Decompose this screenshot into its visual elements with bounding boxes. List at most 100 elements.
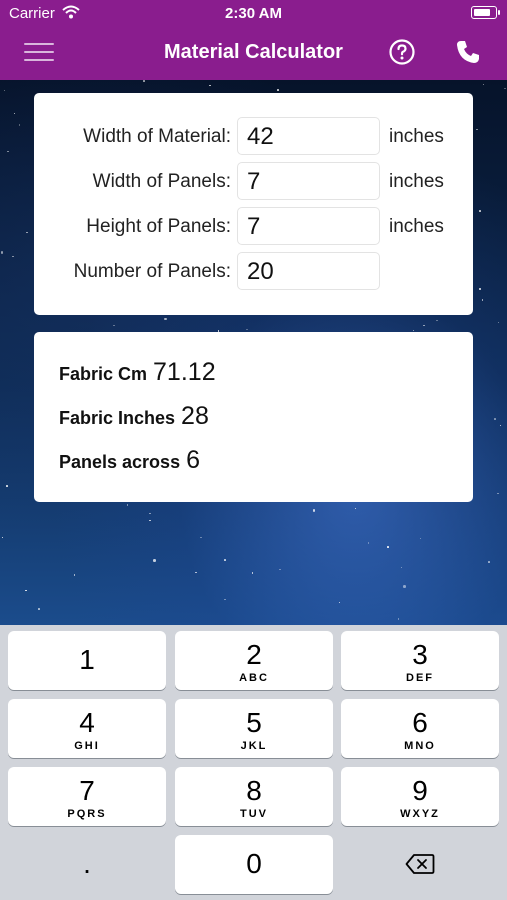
star (164, 317, 167, 321)
width-of-material-unit: inches (389, 126, 444, 147)
width-of-material-field[interactable]: 42 (237, 117, 380, 155)
star (251, 572, 254, 574)
number-of-panels-label: Number of Panels: (73, 261, 231, 282)
number-of-panels-field[interactable]: 20 (237, 252, 380, 290)
height-of-panels-label: Height of Panels: (86, 216, 231, 237)
key-9[interactable]: 9 WXYZ (341, 767, 499, 826)
key-7[interactable]: 7 PQRS (8, 767, 166, 826)
width-of-panels-field[interactable]: 7 (237, 162, 380, 200)
key-8[interactable]: 8 TUV (175, 767, 333, 826)
star (478, 287, 482, 291)
page-title: Material Calculator (164, 41, 343, 63)
decimal-key[interactable]: . (8, 835, 166, 894)
star (277, 89, 279, 91)
key-5[interactable]: 5 JKL (175, 699, 333, 758)
star (482, 83, 485, 86)
star (1, 536, 3, 539)
star (126, 504, 129, 506)
key-6-digit: 6 (412, 707, 428, 738)
key-1-digit: 1 (79, 644, 95, 675)
star (488, 561, 490, 563)
panels-across-label: Panels across (59, 452, 181, 472)
star (153, 559, 156, 562)
status-bar: Carrier 2:30 AM (0, 0, 507, 28)
star (13, 112, 16, 115)
key-3-letters: DEF (406, 672, 434, 684)
star (26, 231, 28, 234)
battery-level (474, 9, 491, 16)
key-0-digit: 0 (246, 848, 262, 879)
star (397, 618, 400, 620)
key-1[interactable]: 1 (8, 631, 166, 690)
star (224, 598, 226, 601)
star (419, 537, 422, 540)
status-time: 2:30 AM (225, 5, 282, 22)
delete-key[interactable] (341, 835, 499, 894)
key-4[interactable]: 4 GHI (8, 699, 166, 758)
star (25, 589, 27, 592)
width-of-panels-label: Width of Panels: (92, 171, 231, 192)
key-3[interactable]: 3 DEF (341, 631, 499, 690)
star (338, 601, 341, 604)
input-row-width-of-panels: Width of Panels: 7 inches (34, 162, 473, 200)
star (224, 559, 226, 561)
input-row-number-of-panels: Number of Panels: 20 (34, 252, 473, 290)
panels-across-value: 6 (186, 446, 200, 474)
star (279, 568, 281, 571)
star (497, 492, 499, 495)
star (195, 571, 197, 574)
star (149, 519, 151, 522)
star (499, 424, 502, 427)
phone-icon[interactable] (455, 39, 481, 65)
backspace-icon (405, 854, 435, 874)
result-fabric-inches: Fabric Inches 28 (59, 402, 209, 432)
star (0, 251, 4, 254)
star (149, 512, 151, 515)
key-2-digit: 2 (246, 639, 262, 670)
key-4-letters: GHI (74, 740, 100, 752)
key-9-digit: 9 (412, 775, 428, 806)
star (73, 574, 76, 576)
numeric-keypad: 1 2 ABC 3 DEF 4 GHI 5 JKL 6 MNO 7 PQRS 8… (0, 625, 507, 900)
star (143, 80, 145, 82)
input-row-width-of-material: Width of Material: 42 inches (34, 117, 473, 155)
star (497, 321, 500, 324)
key-4-digit: 4 (79, 707, 95, 738)
input-row-height-of-panels: Height of Panels: 7 inches (34, 207, 473, 245)
star (7, 150, 9, 153)
fabric-inches-value: 28 (181, 402, 209, 430)
star (423, 324, 425, 327)
top-bar: Carrier 2:30 AM Material Calculator (0, 0, 507, 80)
height-of-panels-unit: inches (389, 216, 444, 237)
key-6[interactable]: 6 MNO (341, 699, 499, 758)
star (312, 509, 316, 512)
key-0[interactable]: 0 (175, 835, 333, 894)
star (504, 87, 506, 90)
key-8-digit: 8 (246, 775, 262, 806)
star (38, 608, 40, 610)
star (3, 89, 6, 92)
decimal-key-label: . (83, 848, 91, 879)
key-6-letters: MNO (404, 740, 436, 752)
key-9-letters: WXYZ (400, 808, 440, 820)
fabric-inches-label: Fabric Inches (59, 408, 176, 428)
key-7-digit: 7 (79, 775, 95, 806)
key-8-letters: TUV (240, 808, 268, 820)
star (494, 418, 496, 420)
star (476, 128, 478, 131)
battery-icon (471, 6, 500, 19)
fabric-cm-value: 71.12 (153, 358, 216, 386)
star (367, 542, 370, 544)
results-card: Fabric Cm 71.12 Fabric Inches 28 Panels ac… (34, 332, 473, 502)
star (403, 585, 406, 588)
star (12, 255, 14, 258)
star (18, 124, 21, 126)
star (113, 324, 115, 327)
result-panels-across: Panels across 6 (59, 446, 200, 476)
star (481, 299, 484, 301)
height-of-panels-field[interactable]: 7 (237, 207, 380, 245)
help-circle-icon[interactable] (388, 38, 416, 66)
key-2[interactable]: 2 ABC (175, 631, 333, 690)
key-5-digit: 5 (246, 707, 262, 738)
star (400, 566, 403, 569)
